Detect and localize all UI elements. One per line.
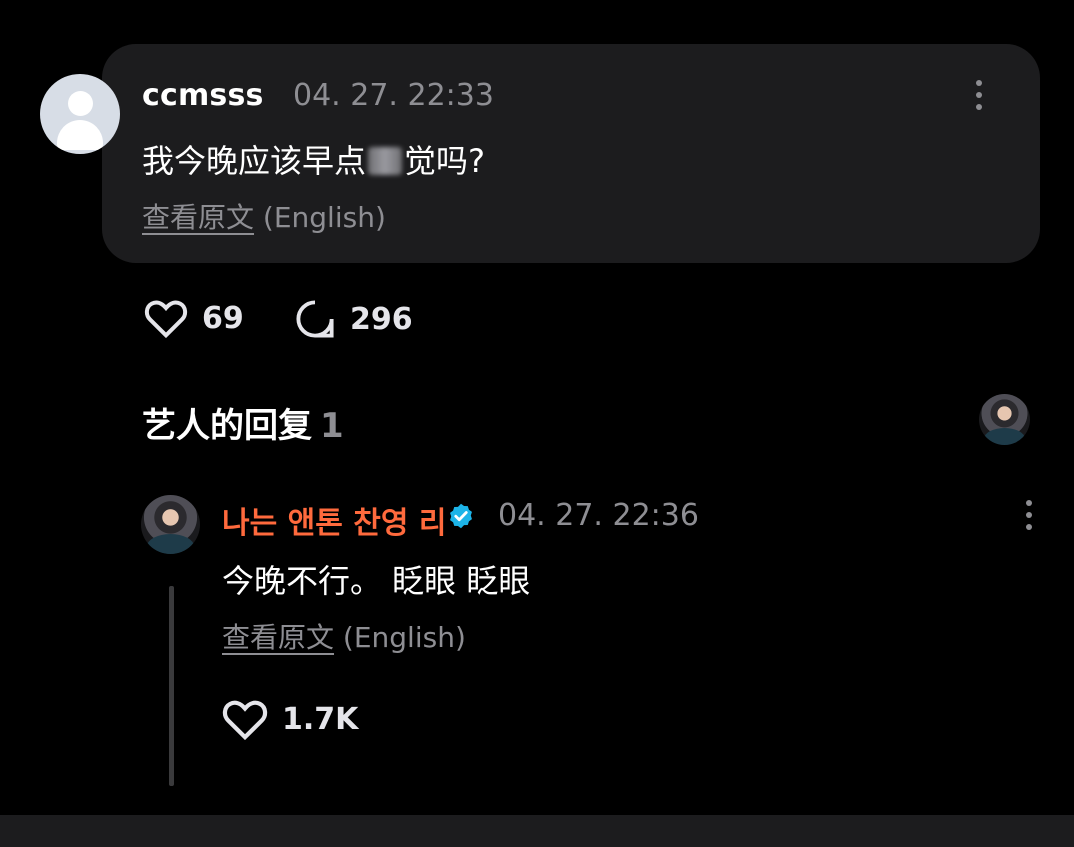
reply-like-button[interactable]: 1.7K [222, 698, 358, 740]
artist-replies-title: 艺人的回复 1 [142, 398, 344, 447]
comment-reply-button[interactable]: 296 [294, 298, 413, 340]
comment-author[interactable]: ccmsss [142, 78, 264, 113]
artist-replies-count: 1 [320, 406, 344, 446]
comment-more-icon[interactable] [975, 80, 983, 112]
comment-like-count: 69 [202, 300, 244, 336]
user-avatar[interactable] [40, 74, 120, 154]
avatar-body-shape [57, 120, 103, 150]
verified-badge-icon [450, 503, 472, 529]
reply-more-icon[interactable] [1025, 500, 1033, 532]
heart-icon [144, 300, 188, 338]
reply-thread-line [169, 586, 174, 786]
reply-view-original-link[interactable]: 查看原文 [222, 621, 334, 654]
bottom-divider-bar [0, 815, 1074, 847]
artist-avatar[interactable] [141, 495, 200, 554]
artist-replies-label: 艺人的回复 [142, 406, 312, 446]
reply-timestamp: 04. 27. 22:36 [498, 498, 699, 533]
speech-bubble-icon [296, 300, 334, 338]
artist-avatar-small[interactable] [979, 394, 1030, 445]
comment-text-start: 我今晚应该早点 [142, 142, 367, 180]
comment-text-end: 觉吗? [404, 142, 486, 180]
view-original-link[interactable]: 查看原文 [142, 201, 254, 234]
blurred-character [368, 147, 403, 175]
comment-like-button[interactable]: 69 [144, 298, 244, 338]
reply-author[interactable]: 나는 앤톤 찬영 리 [222, 498, 447, 542]
reply-text: 今晚不行。 眨眼 眨眼 [222, 562, 531, 600]
avatar-head-shape [68, 91, 93, 116]
comment-text: 我今晚应该早点 觉吗? [142, 136, 485, 182]
comment-timestamp: 04. 27. 22:33 [293, 78, 494, 113]
comment-reply-count: 296 [350, 301, 413, 337]
comment-view-original[interactable]: 查看原文 (English) [142, 196, 386, 236]
reply-view-original-lang: (English) [342, 621, 466, 654]
reply-like-count: 1.7K [282, 701, 359, 737]
view-original-lang: (English) [262, 201, 386, 234]
reply-view-original[interactable]: 查看原文 (English) [222, 616, 466, 656]
heart-icon [222, 700, 268, 740]
